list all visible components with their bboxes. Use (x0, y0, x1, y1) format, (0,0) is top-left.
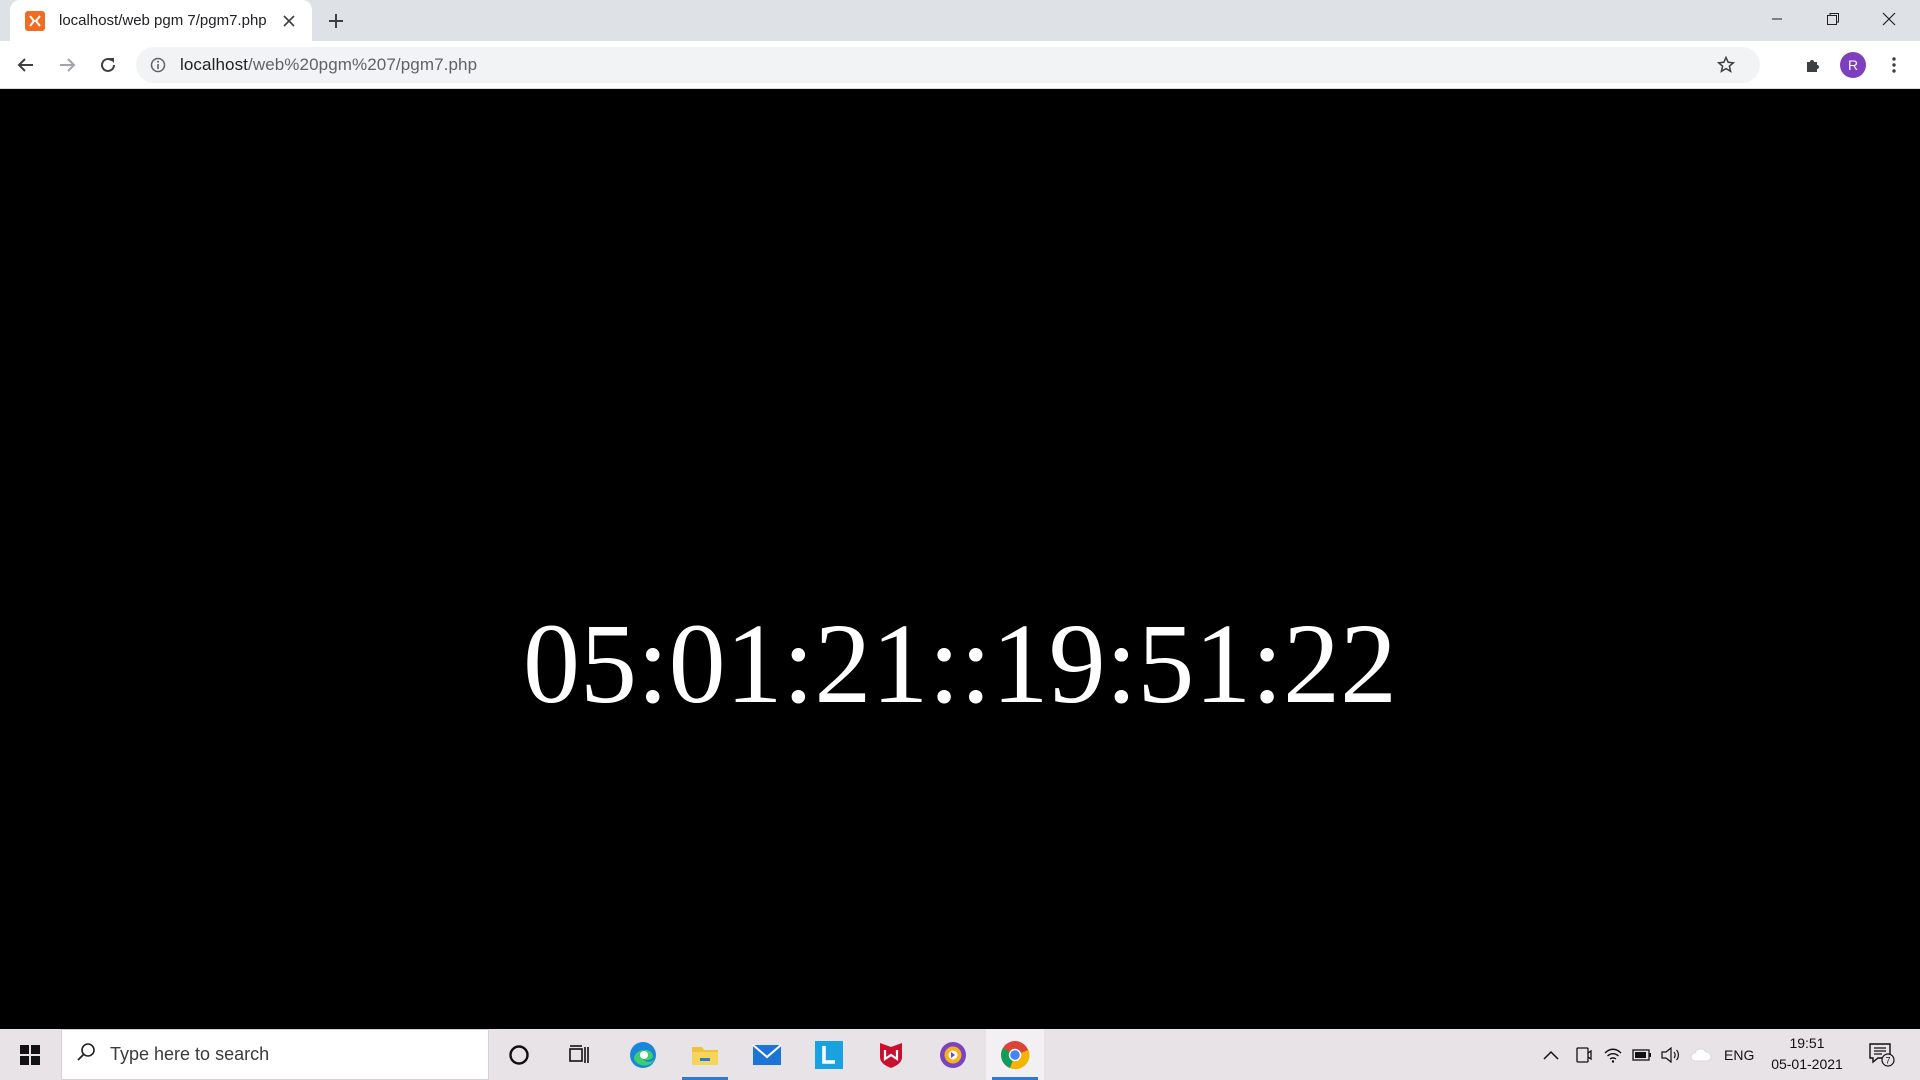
onedrive-cloud-icon[interactable] (1686, 1029, 1716, 1080)
url-text: localhost/web%20pgm%207/pgm7.php (180, 55, 477, 75)
task-view-icon[interactable] (550, 1029, 608, 1080)
date-time-clock: 05:01:21::19:51:22 (522, 600, 1398, 727)
tab-title: localhost/web pgm 7/pgm7.php (59, 12, 267, 29)
taskbar-search-box[interactable]: Type here to search (61, 1029, 489, 1080)
extensions-puzzle-icon[interactable] (1797, 49, 1829, 81)
address-bar[interactable]: localhost/web%20pgm%207/pgm7.php (136, 47, 1760, 83)
minimize-window-button[interactable] (1749, 0, 1805, 38)
forward-button[interactable] (51, 49, 83, 81)
url-path: /web%20pgm%207/pgm7.php (248, 55, 478, 74)
browser-menu-icon[interactable] (1878, 49, 1910, 81)
show-hidden-icons-chevron-icon[interactable] (1536, 1029, 1566, 1080)
browser-titlebar: localhost/web pgm 7/pgm7.php (0, 0, 1920, 41)
notification-center-icon[interactable]: 7 (1864, 1029, 1900, 1080)
bookmark-star-icon[interactable] (1716, 55, 1736, 75)
search-placeholder: Type here to search (110, 1044, 270, 1064)
taskbar-date: 05-01-2021 (1771, 1056, 1843, 1072)
chrome-browser-icon[interactable] (986, 1029, 1044, 1080)
site-info-icon[interactable] (148, 55, 168, 75)
page-content: 05:01:21::19:51:22 (0, 89, 1920, 1029)
search-icon (76, 1042, 96, 1067)
l-app-icon[interactable] (800, 1029, 858, 1080)
meet-now-icon[interactable] (1568, 1029, 1598, 1080)
volume-icon[interactable] (1656, 1029, 1686, 1080)
browser-toolbar: localhost/web%20pgm%207/pgm7.php R (0, 41, 1920, 89)
new-tab-button[interactable] (322, 7, 350, 35)
browser-tab[interactable]: localhost/web pgm 7/pgm7.php (10, 0, 312, 41)
windows-taskbar: Type here to search ENG 19:51 05-01-2021… (0, 1029, 1920, 1080)
notification-count: 7 (1885, 1055, 1890, 1065)
close-window-button[interactable] (1861, 0, 1917, 38)
battery-icon[interactable] (1627, 1029, 1657, 1080)
taskbar-clock[interactable]: 19:51 05-01-2021 (1762, 1033, 1852, 1077)
url-host: localhost (180, 55, 248, 74)
mcafee-shield-icon[interactable] (862, 1029, 920, 1080)
back-button[interactable] (10, 49, 42, 81)
xampp-favicon-icon (25, 10, 45, 31)
mail-icon[interactable] (738, 1029, 796, 1080)
restore-window-button[interactable] (1805, 0, 1861, 38)
taskbar-time: 19:51 (1789, 1035, 1825, 1051)
windows-start-icon[interactable] (0, 1029, 60, 1080)
edge-browser-icon[interactable] (614, 1029, 672, 1080)
reload-button[interactable] (92, 49, 124, 81)
wifi-icon[interactable] (1598, 1029, 1628, 1080)
vpn-app-icon[interactable] (924, 1029, 982, 1080)
file-explorer-icon[interactable] (676, 1029, 734, 1080)
input-language-indicator[interactable]: ENG (1724, 1029, 1754, 1080)
profile-avatar[interactable]: R (1840, 52, 1866, 78)
tab-close-icon[interactable] (278, 10, 300, 32)
cortana-circle-icon[interactable] (490, 1029, 548, 1080)
